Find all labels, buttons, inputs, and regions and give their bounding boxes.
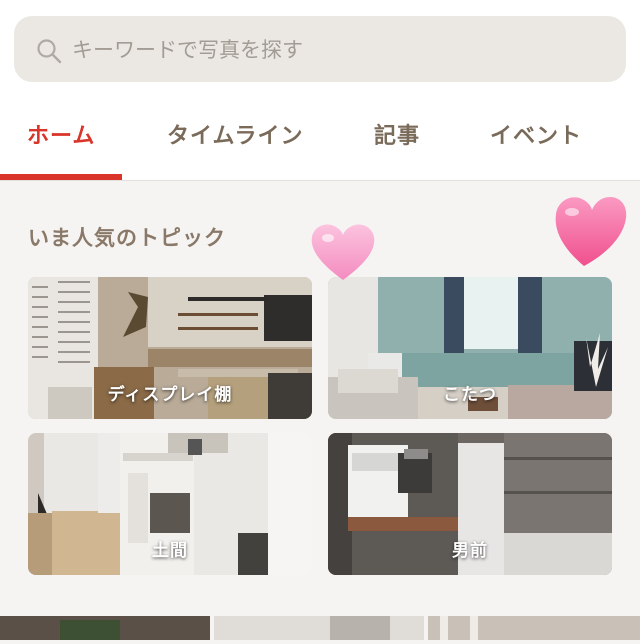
tab-events[interactable]: イベント: [490, 118, 582, 150]
search-icon: [37, 39, 62, 64]
section-title: いま人気のトピック: [28, 226, 226, 250]
topic-card-otokomae[interactable]: 男前: [328, 433, 612, 575]
topic-label: 男前: [452, 541, 488, 561]
preview-photos: [0, 616, 640, 640]
topic-label: こたつ: [443, 385, 497, 405]
tab-articles[interactable]: 記事: [374, 118, 420, 150]
tab-bar: ホーム タイムライン 記事 イベント: [0, 104, 640, 180]
topic-card-display-shelf[interactable]: ディスプレイ棚: [28, 277, 312, 419]
heart-icon: [555, 196, 627, 266]
topic-card-kotatsu[interactable]: こたつ: [328, 277, 612, 419]
topic-label: ディスプレイ棚: [107, 385, 233, 405]
tab-home[interactable]: ホーム: [27, 118, 95, 150]
topic-card-doma[interactable]: 土間: [28, 433, 312, 575]
header-divider: [0, 180, 640, 181]
search-bar[interactable]: [14, 16, 626, 82]
next-row-preview: [0, 616, 640, 640]
search-input[interactable]: [70, 32, 614, 68]
tab-timeline[interactable]: タイムライン: [167, 118, 303, 150]
top-bar: ホーム タイムライン 記事 イベント: [0, 0, 640, 180]
topic-label: 土間: [152, 541, 188, 561]
heart-icon: [311, 224, 375, 280]
